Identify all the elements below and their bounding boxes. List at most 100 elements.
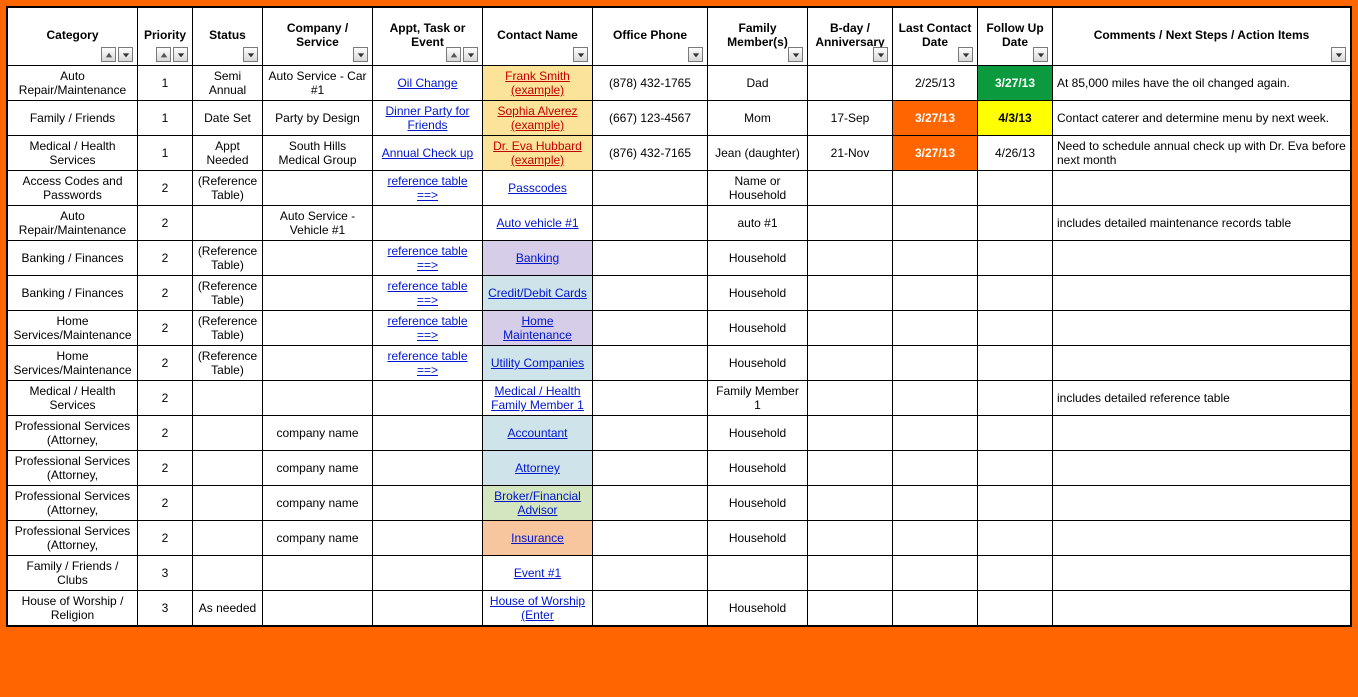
appt-cell-link[interactable]: reference table ==> [387, 279, 467, 307]
appt-cell-link[interactable]: reference table ==> [387, 314, 467, 342]
filter-dropdown-icon[interactable] [1331, 47, 1346, 62]
comments-cell [1053, 241, 1351, 276]
priority-cell: 2 [138, 171, 193, 206]
contact-cell-link[interactable]: Passcodes [508, 181, 567, 195]
contact-cell-link[interactable]: Banking [516, 251, 559, 265]
filter-dropdown-icon[interactable] [873, 47, 888, 62]
last-contact-cell [893, 206, 978, 241]
status-cell: Date Set [193, 101, 263, 136]
contact-cell-link[interactable]: Medical / Health Family Member 1 [491, 384, 584, 412]
header-row: CategoryPriorityStatusCompany / ServiceA… [8, 8, 1351, 66]
contact-cell: Frank Smith (example) [483, 66, 593, 101]
company-cell [263, 556, 373, 591]
family-cell: Household [708, 241, 808, 276]
contact-cell-link[interactable]: Accountant [507, 426, 567, 440]
phone-cell [593, 276, 708, 311]
priority-cell: 1 [138, 66, 193, 101]
contact-cell-link[interactable]: Insurance [511, 531, 564, 545]
comments-cell [1053, 171, 1351, 206]
status-cell [193, 451, 263, 486]
phone-cell: (878) 432-1765 [593, 66, 708, 101]
appt-cell-link[interactable]: Annual Check up [382, 146, 473, 160]
filter-dropdown-icon[interactable] [788, 47, 803, 62]
last-contact-cell [893, 521, 978, 556]
contact-cell: Credit/Debit Cards [483, 276, 593, 311]
filter-dropdown-icon[interactable] [118, 47, 133, 62]
follow-up-cell: 3/27/13 [978, 66, 1053, 101]
company-cell: South Hills Medical Group [263, 136, 373, 171]
follow-up-cell [978, 206, 1053, 241]
comments-cell: Need to schedule annual check up with Dr… [1053, 136, 1351, 171]
phone-cell [593, 241, 708, 276]
phone-cell [593, 381, 708, 416]
contact-cell-link[interactable]: Sophia Alverez (example) [497, 104, 577, 132]
follow-up-cell [978, 241, 1053, 276]
filter-dropdown-icon[interactable] [463, 47, 478, 62]
table-row: House of Worship / Religion3As neededHou… [8, 591, 1351, 626]
company-cell: company name [263, 521, 373, 556]
follow-up-cell [978, 556, 1053, 591]
filter-dropdown-icon[interactable] [1033, 47, 1048, 62]
category-cell: Professional Services (Attorney, [8, 486, 138, 521]
contact-cell-link[interactable]: Dr. Eva Hubbard (example) [493, 139, 582, 167]
priority-cell: 2 [138, 241, 193, 276]
header-label: B-day / Anniversary [812, 22, 888, 50]
status-cell [193, 521, 263, 556]
sort-asc-icon[interactable] [446, 47, 461, 62]
appt-cell [373, 381, 483, 416]
family-cell: Jean (daughter) [708, 136, 808, 171]
sort-asc-icon[interactable] [156, 47, 171, 62]
filter-dropdown-icon[interactable] [353, 47, 368, 62]
appt-cell-link[interactable]: reference table ==> [387, 174, 467, 202]
header-2: Status [193, 8, 263, 66]
company-cell: Party by Design [263, 101, 373, 136]
filter-dropdown-icon[interactable] [173, 47, 188, 62]
sort-asc-icon[interactable] [101, 47, 116, 62]
status-cell [193, 416, 263, 451]
bday-cell [808, 591, 893, 626]
contact-cell-link[interactable]: Utility Companies [491, 356, 584, 370]
spreadsheet-container: CategoryPriorityStatusCompany / ServiceA… [6, 6, 1352, 627]
company-cell: company name [263, 486, 373, 521]
follow-up-cell [978, 591, 1053, 626]
company-cell [263, 241, 373, 276]
priority-cell: 2 [138, 486, 193, 521]
company-cell [263, 346, 373, 381]
contact-cell-link[interactable]: Broker/Financial Advisor [494, 489, 581, 517]
comments-cell [1053, 416, 1351, 451]
filter-dropdown-icon[interactable] [958, 47, 973, 62]
contact-cell-link[interactable]: Attorney [515, 461, 560, 475]
phone-cell [593, 486, 708, 521]
priority-cell: 2 [138, 381, 193, 416]
follow-up-cell [978, 486, 1053, 521]
contact-cell-link[interactable]: Frank Smith (example) [505, 69, 570, 97]
filter-dropdown-icon[interactable] [688, 47, 703, 62]
contact-cell: Medical / Health Family Member 1 [483, 381, 593, 416]
priority-cell: 2 [138, 311, 193, 346]
phone-cell [593, 171, 708, 206]
appt-cell-link[interactable]: Dinner Party for Friends [385, 104, 469, 132]
contact-cell-link[interactable]: Event #1 [514, 566, 561, 580]
priority-cell: 3 [138, 556, 193, 591]
contact-cell-link[interactable]: Home Maintenance [503, 314, 572, 342]
comments-cell [1053, 521, 1351, 556]
table-row: Banking / Finances2(Reference Table)refe… [8, 241, 1351, 276]
bday-cell [808, 346, 893, 381]
appt-cell-link[interactable]: Oil Change [397, 76, 457, 90]
filter-dropdown-icon[interactable] [243, 47, 258, 62]
family-cell: auto #1 [708, 206, 808, 241]
header-7: Family Member(s) [708, 8, 808, 66]
status-cell: Semi Annual [193, 66, 263, 101]
contact-cell: Passcodes [483, 171, 593, 206]
last-contact-cell [893, 171, 978, 206]
contact-cell-link[interactable]: Auto vehicle #1 [496, 216, 578, 230]
contact-cell-link[interactable]: Credit/Debit Cards [488, 286, 587, 300]
appt-cell-link[interactable]: reference table ==> [387, 349, 467, 377]
filter-dropdown-icon[interactable] [573, 47, 588, 62]
follow-up-cell: 4/3/13 [978, 101, 1053, 136]
company-cell [263, 171, 373, 206]
priority-cell: 2 [138, 451, 193, 486]
contact-cell-link[interactable]: House of Worship (Enter [490, 594, 585, 622]
contact-cell: Home Maintenance [483, 311, 593, 346]
appt-cell-link[interactable]: reference table ==> [387, 244, 467, 272]
